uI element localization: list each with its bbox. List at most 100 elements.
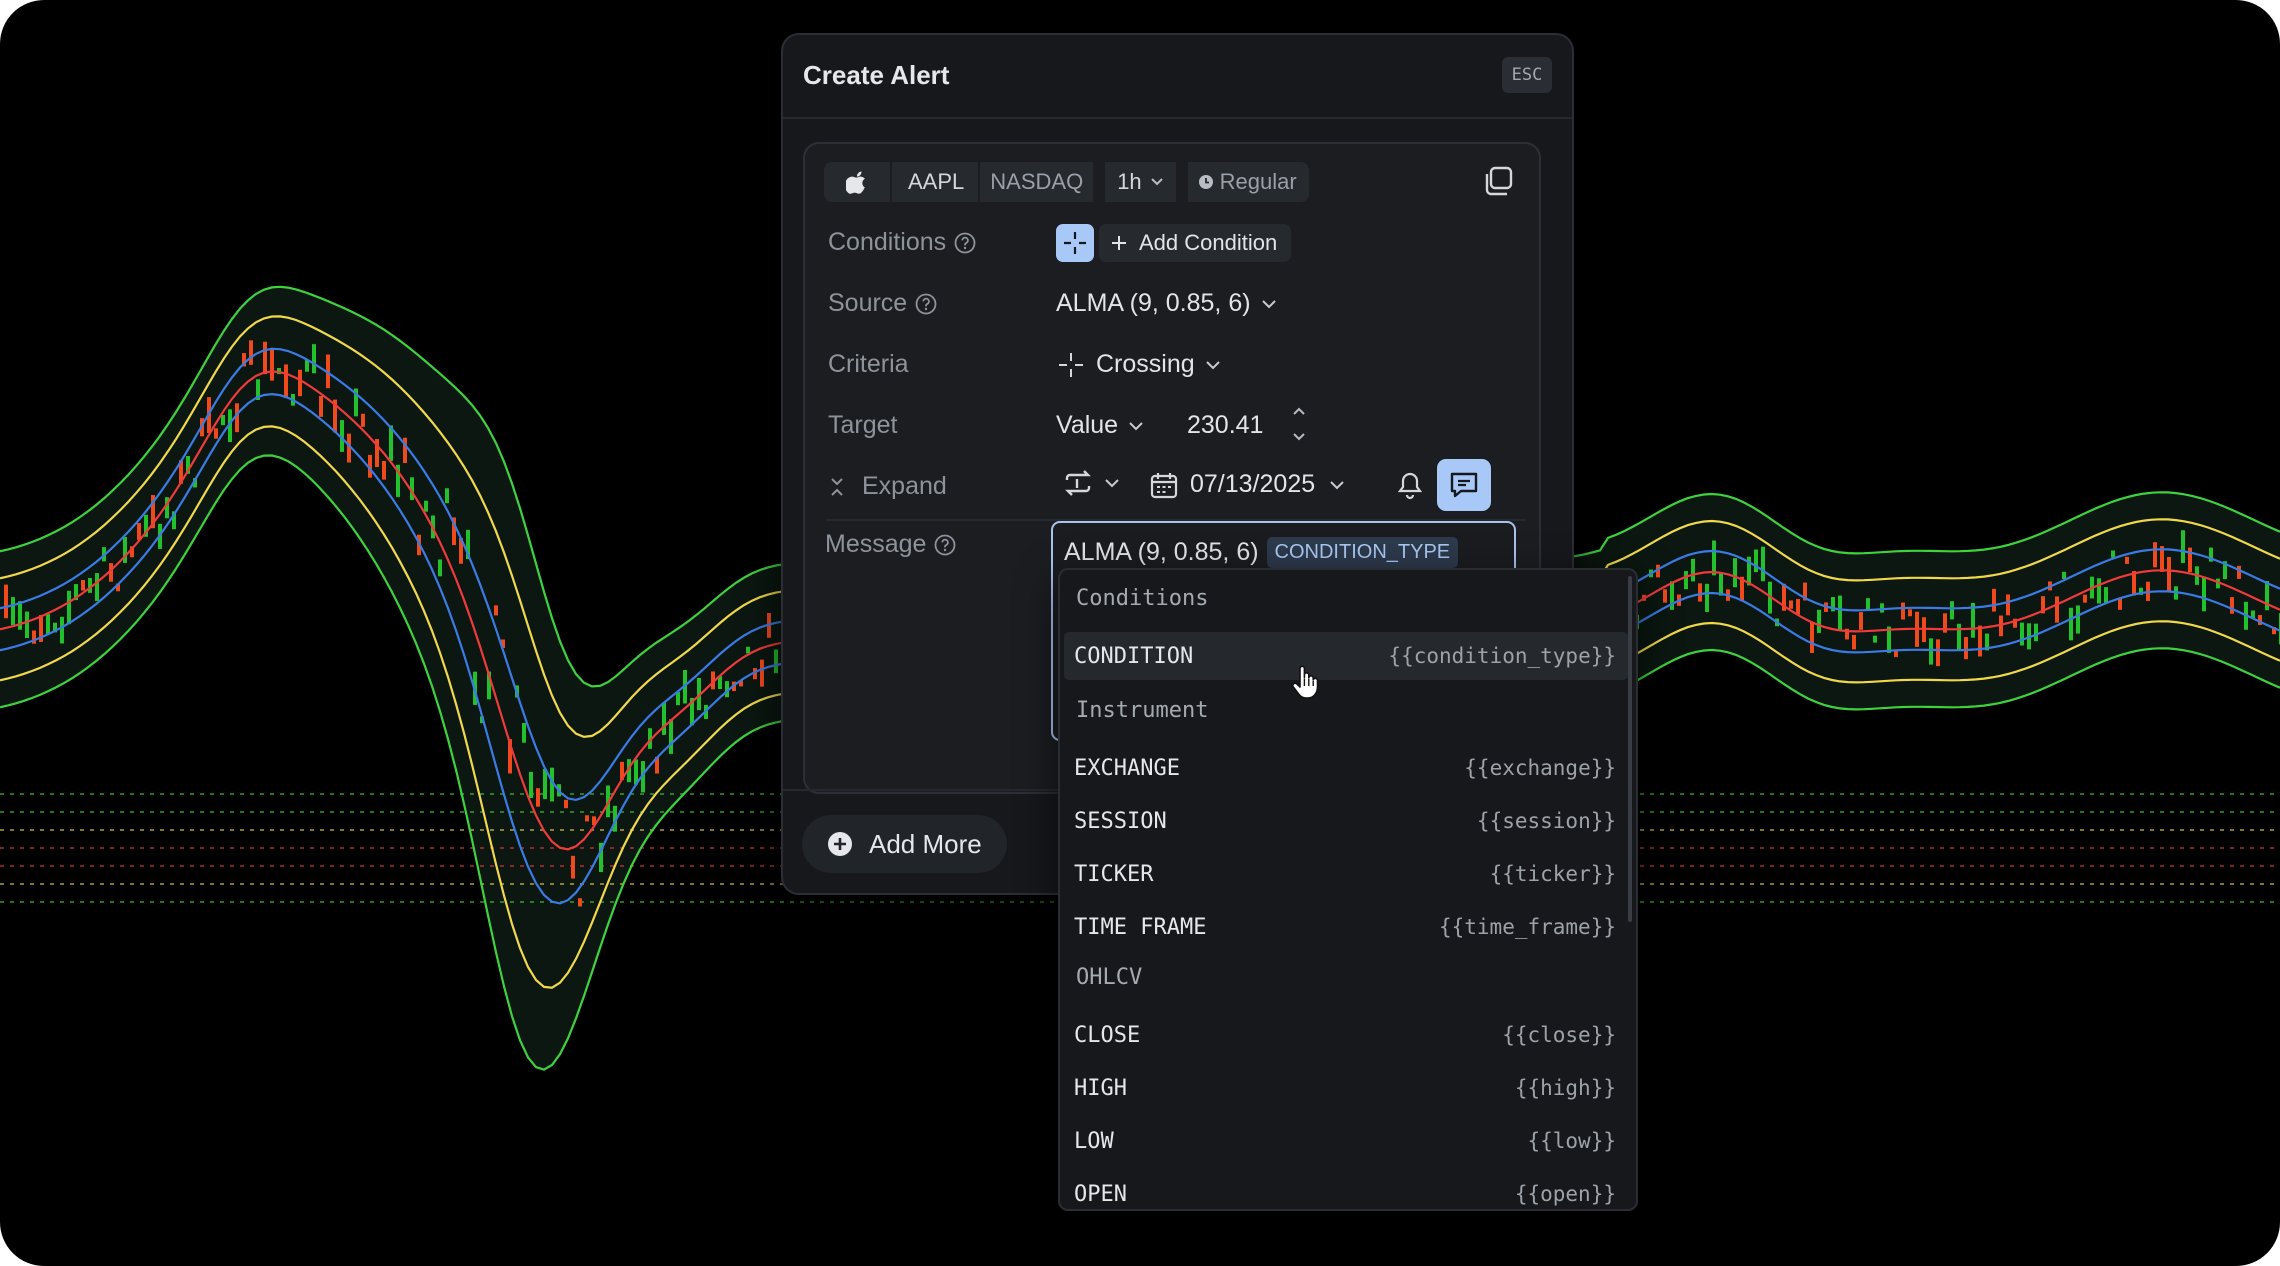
candle — [298, 369, 302, 397]
dropdown-item[interactable]: EXCHANGE {{exchange}} — [1064, 744, 1628, 792]
candle — [95, 573, 99, 601]
conditions-label: Conditions — [828, 228, 976, 257]
candle — [536, 788, 540, 807]
dropdown-item[interactable]: LOW {{low}} — [1064, 1117, 1628, 1165]
dropdown-item-label: TIME FRAME — [1074, 914, 1207, 940]
candle — [438, 559, 442, 577]
dropdown-item[interactable]: CLOSE {{close}} — [1064, 1011, 1628, 1059]
source-dropdown[interactable]: ALMA (9, 0.85, 6) — [1056, 289, 1277, 318]
candle — [2202, 576, 2206, 612]
help-icon[interactable] — [915, 293, 937, 315]
help-icon[interactable] — [954, 232, 976, 254]
ticker-chip[interactable]: AAPL — [892, 162, 981, 202]
candle — [270, 347, 274, 381]
candle — [564, 799, 568, 809]
candle — [361, 413, 365, 427]
dropdown-item[interactable]: OPEN {{open}} — [1064, 1170, 1628, 1209]
candle — [1838, 595, 1842, 631]
dropdown-group-title: Conditions — [1076, 586, 1209, 611]
candle — [746, 646, 750, 654]
candle — [1691, 558, 1695, 582]
dropdown-item[interactable]: TIME FRAME {{time_frame}} — [1064, 903, 1628, 951]
message-text: ALMA (9, 0.85, 6) — [1064, 538, 1259, 566]
candle — [1873, 635, 1877, 643]
exchange-chip[interactable]: NASDAQ — [980, 162, 1096, 202]
candle — [81, 579, 85, 591]
candle — [1908, 609, 1912, 617]
message-label: Message — [825, 530, 956, 559]
expiry-date-value: 07/13/2025 — [1190, 470, 1316, 498]
expand-toggle[interactable]: Expand — [828, 472, 947, 501]
dropdown-item[interactable]: HIGH {{high}} — [1064, 1064, 1628, 1112]
session-chip[interactable]: Regular — [1188, 162, 1309, 202]
candle — [312, 344, 316, 374]
candle — [2237, 565, 2241, 579]
expand-label: Expand — [862, 472, 947, 500]
dropdown-item[interactable]: SESSION {{session}} — [1064, 797, 1628, 845]
candle — [1992, 588, 1996, 612]
criteria-value: Crossing — [1096, 350, 1195, 378]
value-stepper-icon[interactable] — [1290, 404, 1308, 444]
source-label: Source — [828, 289, 937, 318]
instrument-logo — [824, 162, 892, 202]
dropdown-group-title: Instrument — [1076, 698, 1209, 723]
template-variable-dropdown: Conditions CONDITION {{condition_type}} Ins… — [1058, 568, 1638, 1211]
repeat-dropdown[interactable] — [1062, 467, 1120, 499]
message-toggle-button[interactable] — [1437, 459, 1491, 511]
candle — [1817, 609, 1821, 633]
add-more-button[interactable]: Add More — [802, 815, 1007, 873]
target-type-dropdown[interactable]: Value — [1056, 411, 1144, 440]
candle — [60, 616, 64, 644]
copy-icon[interactable] — [1481, 164, 1515, 198]
candle — [2265, 581, 2269, 611]
condition-type-tag[interactable]: CONDITION_TYPE — [1266, 537, 1459, 568]
bell-icon[interactable] — [1396, 470, 1424, 500]
candle — [1663, 589, 1667, 603]
target-label: Target — [828, 411, 898, 439]
candle — [2020, 622, 2024, 646]
candle — [571, 855, 575, 879]
candle — [2153, 542, 2157, 568]
add-condition-button[interactable]: Add Condition — [1099, 224, 1292, 262]
dropdown-item-label: TICKER — [1074, 861, 1154, 887]
add-more-label: Add More — [869, 828, 982, 859]
dropdown-item-token: {{condition_type}} — [1388, 644, 1616, 668]
apple-icon — [846, 171, 865, 194]
candle — [2069, 607, 2073, 641]
criteria-dropdown[interactable]: Crossing — [1058, 350, 1221, 379]
dropdown-item[interactable]: CONDITION {{condition_type}} — [1064, 632, 1628, 680]
dropdown-scrollbar[interactable] — [1628, 576, 1632, 922]
calendar-icon — [1150, 472, 1178, 498]
candle — [67, 590, 71, 625]
candle — [2034, 623, 2038, 642]
crossing-condition-button[interactable] — [1056, 224, 1094, 262]
candle — [46, 614, 50, 635]
candle — [1964, 637, 1968, 660]
clock-icon — [1198, 175, 1213, 189]
repeat-icon — [1065, 470, 1091, 496]
expiry-date-picker[interactable]: 07/13/2025 — [1150, 470, 1345, 499]
message-content: ALMA (9, 0.85, 6) CONDITION_TYPE — [1064, 537, 1459, 568]
dropdown-item-token: {{open}} — [1514, 1182, 1616, 1206]
hand-cursor-icon — [1291, 665, 1319, 699]
conditions-label-text: Conditions — [828, 228, 947, 256]
candle — [529, 771, 533, 799]
esc-close-button[interactable]: ESC — [1502, 57, 1552, 93]
dropdown-item-token: {{high}} — [1514, 1076, 1616, 1100]
dropdown-item-label: OPEN — [1074, 1181, 1127, 1207]
source-value: ALMA (9, 0.85, 6) — [1056, 289, 1251, 317]
candle — [1852, 634, 1856, 650]
dropdown-item-label: CLOSE — [1074, 1022, 1141, 1048]
crossing-icon — [1059, 352, 1083, 377]
help-icon[interactable] — [934, 534, 956, 556]
expand-icon — [831, 477, 843, 496]
candle — [221, 414, 225, 426]
dropdown-item[interactable]: TICKER {{ticker}} — [1064, 850, 1628, 898]
candle — [1957, 623, 1961, 651]
timeframe-dropdown[interactable]: 1h — [1105, 162, 1178, 202]
candle — [760, 659, 764, 687]
target-value-input[interactable]: 230.41 — [1187, 411, 1263, 440]
candle — [1950, 601, 1954, 620]
chevron-down-icon — [1105, 479, 1119, 488]
candle — [2097, 578, 2101, 604]
